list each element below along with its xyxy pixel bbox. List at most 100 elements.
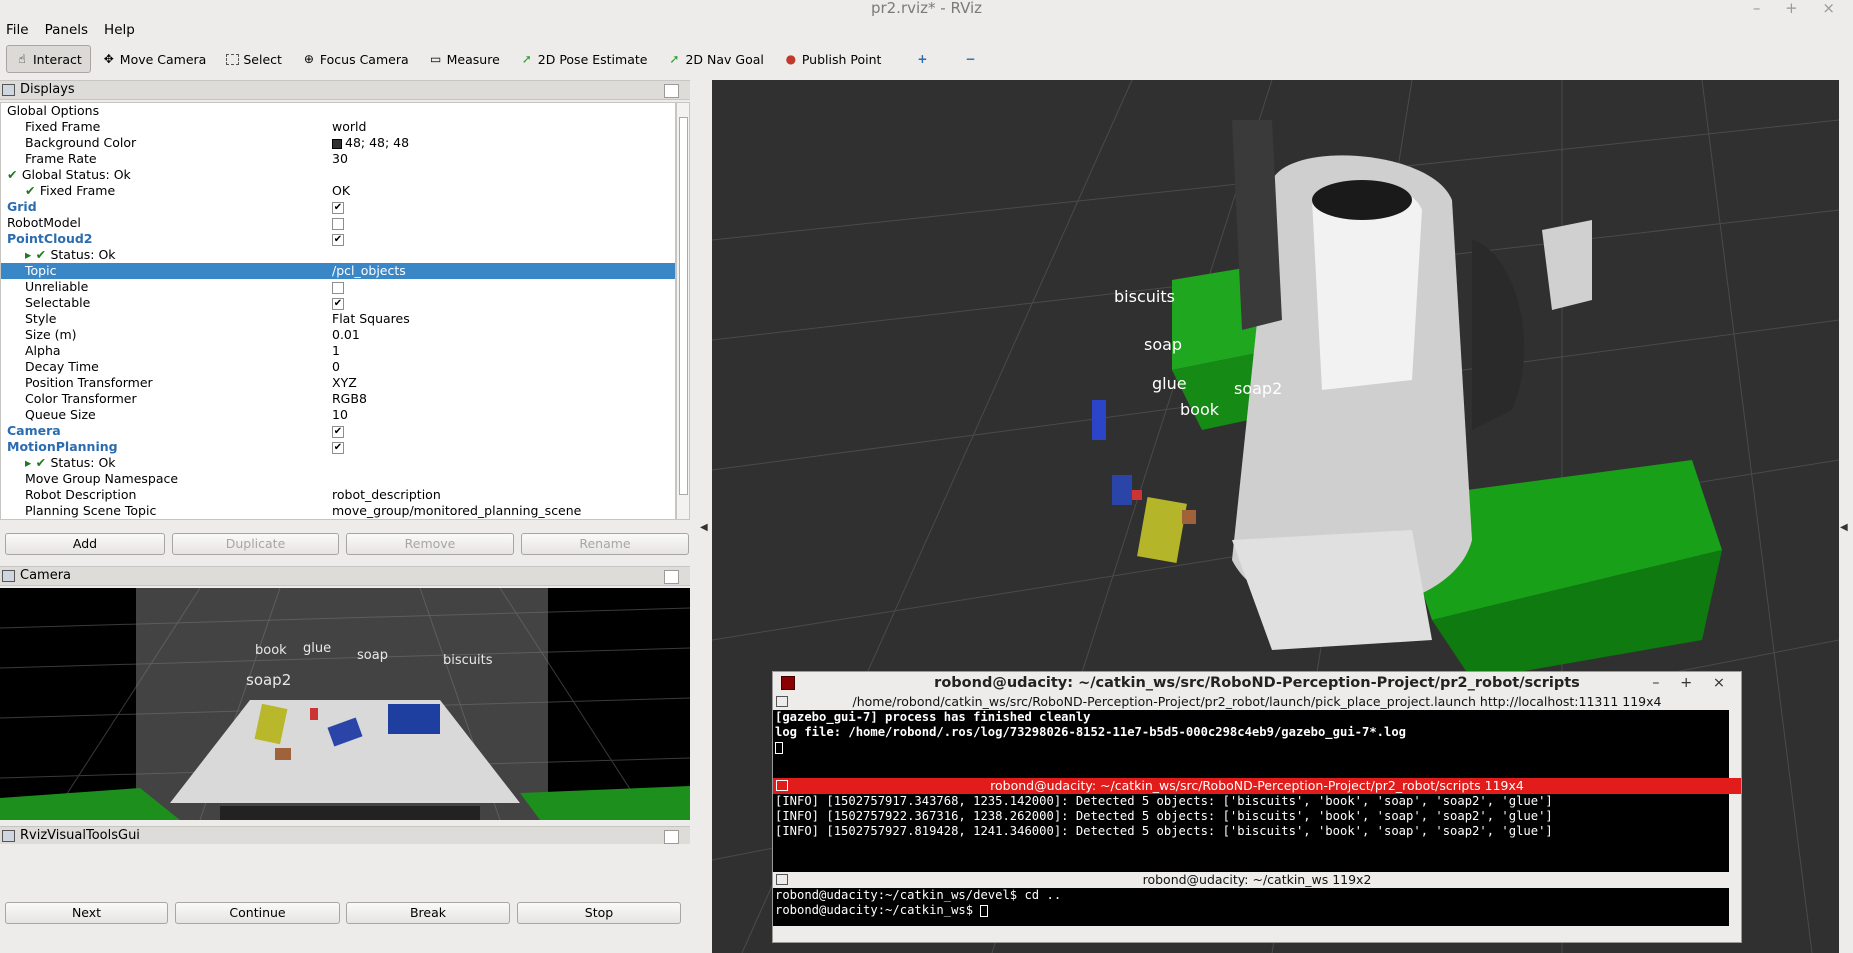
display-row[interactable]: Topic/pcl_objects — [1, 263, 675, 279]
rename-display-button[interactable]: Rename — [521, 533, 689, 555]
terminal-window[interactable]: robond@udacity: ~/catkin_ws/src/RoboND-P… — [772, 671, 1742, 943]
display-row[interactable]: Fixed Frame world — [1, 119, 675, 135]
enable-checkbox[interactable]: ✔ — [332, 233, 344, 246]
menu-panels[interactable]: Panels — [45, 22, 88, 38]
display-row[interactable]: Unreliable — [1, 279, 675, 295]
display-row[interactable]: Selectable ✔ — [1, 295, 675, 311]
collapse-left-icon[interactable]: ◀ — [700, 522, 708, 533]
display-row-value[interactable]: 0.01 — [332, 327, 360, 343]
display-row-value[interactable]: move_group/monitored_planning_scene — [332, 503, 581, 519]
terminal-window-controls[interactable]: – + × — [1652, 672, 1733, 694]
enable-checkbox[interactable] — [332, 281, 344, 294]
terminal-scrollbar[interactable] — [1729, 710, 1741, 778]
color-swatch[interactable] — [332, 138, 342, 149]
terminal-pane-2-header[interactable]: robond@udacity: ~/catkin_ws/src/RoboND-P… — [773, 778, 1741, 794]
display-row[interactable]: Background Color 48; 48; 48 — [1, 135, 675, 151]
display-row[interactable]: Frame Rate 30 — [1, 151, 675, 167]
collapse-right-icon[interactable]: ◀ — [1840, 522, 1848, 533]
enable-checkbox[interactable]: ✔ — [332, 201, 344, 214]
display-row-value[interactable]: ✔ — [332, 439, 344, 455]
focus-camera-tool-button[interactable]: ⊕ Focus Camera — [293, 45, 418, 73]
menu-file[interactable]: File — [6, 22, 29, 38]
panel-float-toggle[interactable] — [664, 570, 679, 584]
stop-button[interactable]: Stop — [517, 902, 681, 924]
display-row[interactable]: Robot Description robot_description — [1, 487, 675, 503]
display-row-value[interactable]: Flat Squares — [332, 311, 410, 327]
publish-point-tool-button[interactable]: ● Publish Point — [775, 45, 891, 73]
display-row-value[interactable]: world — [332, 119, 366, 135]
display-row-value[interactable]: ✔ — [332, 199, 344, 215]
terminal-pane-3-header[interactable]: robond@udacity: ~/catkin_ws 119x2 — [773, 872, 1741, 888]
select-tool-button[interactable]: Select — [217, 45, 291, 73]
remove-display-button[interactable]: Remove — [346, 533, 514, 555]
measure-tool-button[interactable]: ▭ Measure — [420, 45, 509, 73]
terminal-scrollbar[interactable] — [1729, 888, 1741, 926]
display-row-label: Robot Description — [25, 487, 137, 502]
display-row-value[interactable]: 10 — [332, 407, 348, 423]
enable-checkbox[interactable]: ✔ — [332, 441, 344, 454]
camera-view[interactable]: book glue soap biscuits soap2 — [0, 588, 690, 820]
display-row-value[interactable] — [332, 279, 344, 295]
display-row[interactable]: Queue Size 10 — [1, 407, 675, 423]
display-row[interactable]: Global Options — [1, 103, 675, 119]
display-row-value[interactable]: ✔ — [332, 231, 344, 247]
move-camera-tool-button[interactable]: ✥ Move Camera — [93, 45, 216, 73]
display-row[interactable]: RobotModel — [1, 215, 675, 231]
display-row-value[interactable]: ✔ — [332, 423, 344, 439]
next-button[interactable]: Next — [5, 902, 168, 924]
terminal-pane-1-header[interactable]: /home/robond/catkin_ws/src/RoboND-Percep… — [773, 694, 1741, 710]
display-row[interactable]: ✔ Fixed Frame OK — [1, 183, 675, 199]
display-row[interactable]: Grid ✔ — [1, 199, 675, 215]
display-row[interactable]: Move Group Namespace — [1, 471, 675, 487]
panel-splitter[interactable] — [698, 80, 712, 953]
enable-checkbox[interactable] — [332, 217, 344, 230]
interact-tool-button[interactable]: ☝ Interact — [6, 45, 91, 73]
window-controls[interactable]: – + × — [1753, 0, 1845, 17]
enable-checkbox[interactable]: ✔ — [332, 425, 344, 438]
display-row-value[interactable]: 30 — [332, 151, 348, 167]
display-row[interactable]: Camera ✔ — [1, 423, 675, 439]
scrollbar-thumb[interactable] — [679, 117, 688, 495]
add-display-button[interactable]: Add — [5, 533, 165, 555]
panel-float-toggle[interactable] — [664, 84, 679, 98]
display-row[interactable]: Decay Time 0 — [1, 359, 675, 375]
display-row-value[interactable]: XYZ — [332, 375, 357, 391]
display-row[interactable]: Planning Scene Topic move_group/monitored… — [1, 503, 675, 519]
display-row[interactable]: ✔ Global Status: Ok — [1, 167, 675, 183]
pose-estimate-tool-button[interactable]: ➚ 2D Pose Estimate — [511, 45, 657, 73]
terminal-pane-3[interactable]: robond@udacity:~/catkin_ws/devel$ cd .. r… — [773, 888, 1741, 926]
terminal-pane-2[interactable]: [INFO] [1502757917.343768, 1235.142000]:… — [773, 794, 1741, 872]
continue-button[interactable]: Continue — [175, 902, 340, 924]
display-row-value[interactable] — [332, 215, 344, 231]
displays-scrollbar[interactable] — [676, 102, 690, 520]
display-row-value[interactable]: OK — [332, 183, 350, 199]
display-row[interactable]: Alpha 1 — [1, 343, 675, 359]
display-row-value[interactable]: RGB8 — [332, 391, 367, 407]
display-row[interactable]: Position Transformer XYZ — [1, 375, 675, 391]
terminal-pane-1[interactable]: [gazebo_gui-7] process has finished clea… — [773, 710, 1741, 778]
display-row[interactable]: MotionPlanning ✔ — [1, 439, 675, 455]
display-row[interactable]: ▸ ✔ Status: Ok — [1, 247, 675, 263]
right-dock-strip[interactable] — [1839, 80, 1853, 953]
display-row-value[interactable]: ✔ — [332, 295, 344, 311]
display-row-value[interactable]: 48; 48; 48 — [332, 135, 409, 151]
display-row-value[interactable]: robot_description — [332, 487, 441, 503]
displays-tree[interactable]: Global Options Fixed Frame world Background… — [0, 102, 676, 520]
display-row-value[interactable]: 1 — [332, 343, 340, 359]
display-row[interactable]: ▸ ✔ Status: Ok — [1, 455, 675, 471]
display-row-value[interactable]: /pcl_objects — [332, 263, 406, 279]
add-tool-button[interactable]: + — [906, 45, 938, 73]
display-row[interactable]: Size (m) 0.01 — [1, 327, 675, 343]
display-row[interactable]: PointCloud2 ✔ — [1, 231, 675, 247]
display-row[interactable]: Style Flat Squares — [1, 311, 675, 327]
display-row-value[interactable]: 0 — [332, 359, 340, 375]
break-button[interactable]: Break — [346, 902, 510, 924]
remove-tool-button[interactable]: − — [954, 45, 986, 73]
enable-checkbox[interactable]: ✔ — [332, 297, 344, 310]
nav-goal-tool-button[interactable]: ➚ 2D Nav Goal — [658, 45, 772, 73]
terminal-scrollbar[interactable] — [1729, 794, 1741, 872]
menu-help[interactable]: Help — [104, 22, 135, 38]
panel-float-toggle[interactable] — [664, 830, 679, 844]
duplicate-display-button[interactable]: Duplicate — [172, 533, 339, 555]
display-row[interactable]: Color Transformer RGB8 — [1, 391, 675, 407]
